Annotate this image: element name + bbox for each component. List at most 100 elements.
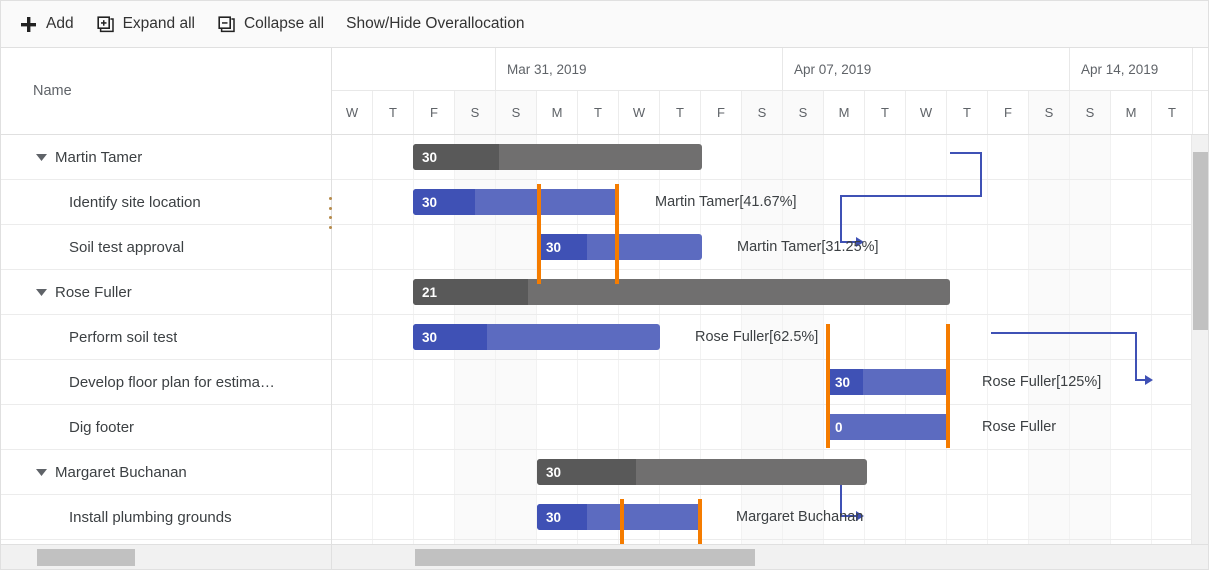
task-grid-pane: Name Martin Tamer Identify site location… bbox=[1, 48, 332, 569]
timeline-chart-pane: Mar 31, 2019 Apr 07, 2019 Apr 14, 2019 W T F… bbox=[332, 48, 1208, 569]
overallocation-bracket bbox=[620, 499, 702, 546]
splitter-dot bbox=[328, 216, 332, 220]
splitter-dot bbox=[328, 225, 332, 229]
timeline-day-label: F bbox=[430, 105, 438, 120]
toolbar-button-expand-all-label: Expand all bbox=[122, 15, 195, 33]
scroll-right-arrow-icon[interactable] bbox=[314, 546, 331, 569]
timeline-day-cell: S bbox=[455, 91, 496, 134]
timeline-week-cell: Mar 31, 2019 bbox=[496, 48, 783, 90]
scroll-up-arrow-icon[interactable] bbox=[1192, 135, 1208, 152]
grid-row-label: Rose Fuller bbox=[55, 283, 132, 301]
grid-row-label: Perform soil test bbox=[69, 328, 178, 346]
timeline-day-label: T bbox=[389, 105, 397, 120]
timeline-day-label: T bbox=[676, 105, 684, 120]
grid-row-label: Soil test approval bbox=[69, 238, 185, 256]
timeline-week-cell: Apr 14, 2019 bbox=[1070, 48, 1193, 90]
overallocation-layer bbox=[332, 135, 1208, 546]
chevron-down-icon[interactable] bbox=[34, 465, 48, 479]
timeline-day-cell: M bbox=[824, 91, 865, 134]
timeline-day-label: M bbox=[838, 105, 850, 120]
timeline-week-cell: Apr 07, 2019 bbox=[783, 48, 1070, 90]
overallocation-bracket bbox=[537, 184, 619, 284]
chart-vscroll-thumb[interactable] bbox=[1193, 152, 1208, 330]
timeline-day-cell: T bbox=[947, 91, 988, 134]
chart-hscroll-thumb[interactable] bbox=[415, 548, 755, 566]
timeline-day-cell: F bbox=[701, 91, 742, 134]
timeline-week-label: Mar 31, 2019 bbox=[507, 61, 587, 77]
chevron-down-icon[interactable] bbox=[34, 285, 48, 299]
timeline-day-cell: S bbox=[496, 91, 537, 134]
timeline-day-label: M bbox=[1125, 105, 1137, 120]
chart-hscroll-track[interactable] bbox=[350, 546, 1190, 569]
timeline-day-label: T bbox=[881, 105, 889, 120]
timeline-day-label: T bbox=[594, 105, 602, 120]
grid-row-label: Dig footer bbox=[69, 418, 135, 436]
scroll-left-arrow-icon[interactable] bbox=[332, 546, 350, 569]
timeline-day-row: WTFSSMTWTFSSMTWTFSSMT bbox=[332, 91, 1208, 134]
grid-row-label: Martin Tamer bbox=[55, 148, 143, 166]
chevron-down-icon[interactable] bbox=[34, 150, 48, 164]
timeline-day-cell: W bbox=[619, 91, 660, 134]
timeline-day-label: M bbox=[551, 105, 563, 120]
timeline-header: Mar 31, 2019 Apr 07, 2019 Apr 14, 2019 W T F… bbox=[332, 48, 1208, 135]
timeline-week-label: Apr 14, 2019 bbox=[1081, 61, 1159, 77]
toolbar-button-show-hide-overallocation[interactable]: Show/Hide Overallocation bbox=[346, 7, 524, 41]
grid-row-label: Identify site location bbox=[69, 193, 201, 211]
timeline-day-label: W bbox=[919, 105, 933, 120]
chart-vertical-scrollbar[interactable] bbox=[1191, 135, 1208, 546]
timeline-day-cell: W bbox=[332, 91, 373, 134]
toolbar-button-show-hide-overallocation-label: Show/Hide Overallocation bbox=[346, 15, 525, 33]
collapse-all-icon bbox=[217, 15, 236, 34]
chart-body: 30 30 Martin Tamer[41.67%] 30 Martin Tamer[3… bbox=[332, 135, 1208, 546]
timeline-day-label: S bbox=[1085, 105, 1095, 120]
grid-hscroll-track[interactable] bbox=[19, 546, 314, 569]
timeline-day-cell: T bbox=[373, 91, 414, 134]
timeline-day-cell: T bbox=[1152, 91, 1193, 134]
toolbar: Add Expand all Collapse all Show/Hide Ov… bbox=[1, 1, 1208, 48]
timeline-day-cell: T bbox=[578, 91, 619, 134]
overallocation-bracket bbox=[826, 324, 950, 448]
timeline-day-cell: F bbox=[414, 91, 455, 134]
timeline-week-cell bbox=[332, 48, 496, 90]
scroll-left-arrow-icon[interactable] bbox=[1, 546, 19, 569]
pane-splitter-handle[interactable] bbox=[327, 197, 333, 229]
toolbar-button-add[interactable]: Add bbox=[19, 7, 74, 41]
toolbar-button-collapse-all-label: Collapse all bbox=[243, 15, 325, 33]
grid-rows: Martin Tamer Identify site location Soil… bbox=[1, 135, 331, 540]
timeline-day-label: S bbox=[470, 105, 480, 120]
grid-row-identify-site-location[interactable]: Identify site location bbox=[1, 180, 331, 225]
grid-row-perform-soil-test[interactable]: Perform soil test bbox=[1, 315, 331, 360]
timeline-week-row: Mar 31, 2019 Apr 07, 2019 Apr 14, 2019 bbox=[332, 48, 1208, 91]
scroll-right-arrow-icon[interactable] bbox=[1190, 546, 1208, 569]
gantt-chart-app: Add Expand all Collapse all Show/Hide Ov… bbox=[0, 0, 1209, 570]
timeline-day-cell: S bbox=[783, 91, 824, 134]
grid-column-header-name: Name bbox=[33, 83, 72, 99]
grid-horizontal-scrollbar[interactable] bbox=[1, 544, 331, 569]
grid-row-label: Margaret Buchanan bbox=[55, 463, 187, 481]
plus-icon bbox=[19, 15, 38, 34]
timeline-day-cell: S bbox=[1029, 91, 1070, 134]
timeline-day-cell: W bbox=[906, 91, 947, 134]
toolbar-button-expand-all[interactable]: Expand all bbox=[96, 7, 195, 41]
grid-row-dig-footer[interactable]: Dig footer bbox=[1, 405, 331, 450]
timeline-day-cell: M bbox=[1111, 91, 1152, 134]
grid-hscroll-thumb[interactable] bbox=[37, 548, 135, 566]
timeline-week-label: Apr 07, 2019 bbox=[794, 61, 872, 77]
expand-all-icon bbox=[96, 15, 115, 34]
chart-horizontal-scrollbar[interactable] bbox=[332, 544, 1208, 569]
grid-row-label: Install plumbing grounds bbox=[69, 508, 232, 526]
timeline-day-cell: T bbox=[660, 91, 701, 134]
grid-row-margaret-buchanan[interactable]: Margaret Buchanan bbox=[1, 450, 331, 495]
timeline-day-label: S bbox=[757, 105, 767, 120]
grid-row-martin-tamer[interactable]: Martin Tamer bbox=[1, 135, 331, 180]
grid-row-develop-floor-plan[interactable]: Develop floor plan for estima… bbox=[1, 360, 331, 405]
timeline-day-cell: S bbox=[1070, 91, 1111, 134]
timeline-day-cell: M bbox=[537, 91, 578, 134]
grid-row-soil-test-approval[interactable]: Soil test approval bbox=[1, 225, 331, 270]
grid-row-rose-fuller[interactable]: Rose Fuller bbox=[1, 270, 331, 315]
grid-row-label: Develop floor plan for estima… bbox=[69, 373, 275, 391]
grid-row-install-plumbing-grounds[interactable]: Install plumbing grounds bbox=[1, 495, 331, 540]
timeline-day-cell: T bbox=[865, 91, 906, 134]
timeline-day-label: T bbox=[963, 105, 971, 120]
toolbar-button-collapse-all[interactable]: Collapse all bbox=[217, 7, 324, 41]
